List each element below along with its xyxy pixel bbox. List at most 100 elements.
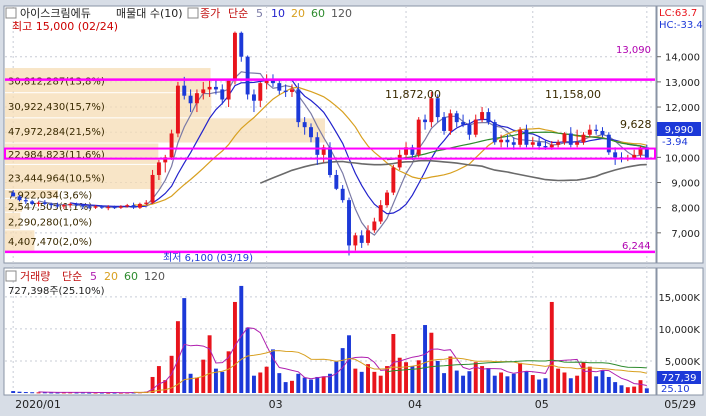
candle-body [150, 174, 155, 203]
candle-body [144, 202, 149, 204]
volume-bar [556, 368, 561, 393]
volume-bar [315, 376, 320, 393]
volume-profile-count: 매물대 수(10) [116, 7, 183, 20]
candle-body [17, 196, 22, 201]
price-tick-label: 10,000 [665, 153, 700, 164]
candle-body [581, 134, 586, 143]
candle-body [232, 32, 237, 81]
candle-body [397, 154, 402, 168]
candle-body [448, 113, 453, 131]
candle-body [429, 98, 434, 123]
candle-body [562, 133, 567, 143]
candle-body [328, 147, 332, 175]
volume-bar [347, 335, 351, 393]
candle-body [283, 90, 288, 92]
candle-body [61, 205, 66, 207]
volume-profile-label: 4,407,470(2,0%) [8, 237, 92, 248]
date-tick-label: 05/29 [664, 398, 696, 411]
volume-bar [467, 371, 472, 393]
volume-bar [619, 385, 624, 393]
candle-body [30, 201, 35, 204]
volume-bar [644, 388, 649, 393]
checkbox-icon[interactable] [187, 7, 199, 19]
volume-bar [156, 366, 161, 393]
date-tick-label: 03 [269, 398, 283, 411]
candle-body [353, 235, 358, 246]
candle-body [391, 167, 396, 193]
candle-body [416, 119, 421, 155]
candle-body [36, 202, 41, 204]
candle-body [530, 142, 535, 145]
volume-tick-label: 15,000K [658, 293, 700, 304]
candle-body [606, 134, 611, 153]
candle-body [194, 93, 199, 104]
candle-body [347, 200, 351, 246]
candle-body [302, 122, 307, 128]
candle-body [93, 206, 98, 208]
candle-body [568, 133, 573, 145]
candle-body [461, 122, 466, 125]
candle-body [594, 129, 599, 131]
candle-body [220, 89, 225, 100]
volume-bar [524, 371, 529, 393]
vol-ma120-legend: 120 [144, 270, 165, 283]
volume-bar [372, 371, 377, 393]
volume-bar [594, 376, 599, 393]
candle-body [423, 119, 428, 123]
candle-body [80, 205, 85, 207]
candle-body [290, 89, 294, 92]
volume-bar [188, 373, 193, 393]
candle-body [118, 206, 123, 208]
ma-type-legend: 단순 [228, 7, 248, 20]
candle-body [251, 94, 256, 101]
volume-profile-label: 23,444,964(10,5%) [8, 173, 105, 184]
stock-name: 아이스크림에듀 [20, 7, 91, 20]
volume-bar [625, 387, 630, 393]
volume-bar [568, 378, 573, 393]
candle-body [524, 129, 529, 145]
volume-bar [397, 357, 402, 393]
volume-tick-label: 5,000K [665, 357, 701, 368]
volume-bar [353, 368, 358, 393]
overlay-label: 11,872,00 [385, 88, 441, 101]
candle-body [473, 119, 478, 135]
close-legend: 종가 [200, 7, 220, 20]
price-tick-label: 8,000 [671, 204, 700, 215]
candle-body [549, 144, 554, 148]
level-low-label: 6,244 [622, 241, 651, 252]
volume-bar [442, 373, 447, 393]
candle-body [125, 205, 130, 207]
volume-bar [30, 392, 35, 394]
volume-bar [277, 373, 282, 393]
checkbox-icon[interactable] [5, 270, 17, 282]
candle-body [340, 188, 345, 201]
candle-body [106, 207, 111, 209]
candle-body [188, 95, 193, 104]
candle-body [613, 152, 618, 158]
candle-body [182, 85, 187, 96]
volume-bar [11, 391, 16, 393]
volume-profile-label: 47,972,284(21,5%) [8, 127, 105, 138]
vol-ma20-legend: 20 [104, 270, 118, 283]
volume-bar [600, 370, 605, 393]
candle-body [226, 80, 231, 100]
date-tick-label: 2020/01 [15, 398, 61, 411]
checkbox-icon[interactable] [5, 7, 17, 19]
candle-body [505, 139, 510, 143]
candle-body [156, 162, 161, 175]
volume-bar [321, 376, 326, 393]
date-tick-label: 05 [535, 398, 549, 411]
volume-profile-label: 30,812,287(13,8%) [8, 77, 105, 88]
candle-body [87, 206, 92, 208]
price-tick-label: 12,000 [665, 103, 700, 114]
volume-bar [296, 373, 301, 393]
volume-bar [511, 373, 516, 393]
candle-body [385, 192, 389, 206]
candle-body [99, 206, 104, 208]
corner-lc: LC:63.7 [659, 8, 697, 19]
volume-bar [543, 378, 548, 393]
volume-bar [245, 327, 250, 393]
volume-bar [638, 380, 643, 393]
candle-body [366, 230, 370, 243]
volume-bar [505, 376, 510, 393]
